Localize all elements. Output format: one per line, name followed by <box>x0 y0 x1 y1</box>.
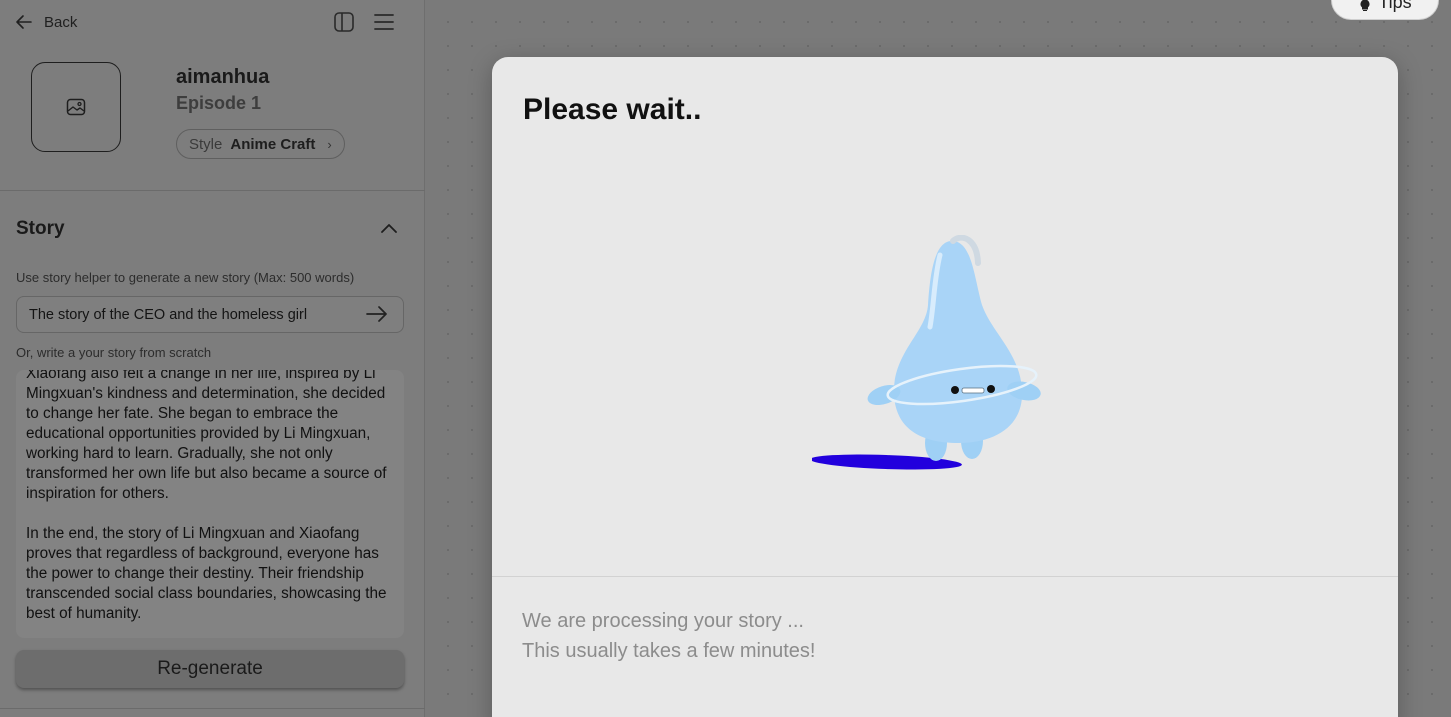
processing-message: We are processing your story ... <box>522 610 804 632</box>
mascot-eye <box>951 386 959 394</box>
story-paragraph: Xiaofang also felt a change in her life,… <box>26 370 387 502</box>
tips-label: Tips <box>1378 0 1412 12</box>
lightbulb-icon <box>1360 0 1370 11</box>
mascot-body <box>893 241 1023 443</box>
story-heading: Story <box>16 218 65 239</box>
story-paragraph: In the end, the story of Li Mingxuan and… <box>26 525 387 622</box>
sidebar-layout-icon[interactable] <box>333 11 355 33</box>
scratch-hint: Or, write a your story from scratch <box>16 345 212 360</box>
chevron-right-icon: › <box>327 136 332 152</box>
arrow-left-icon <box>16 15 32 29</box>
cover-image-upload[interactable] <box>31 62 121 152</box>
tips-button[interactable]: Tips <box>1331 0 1439 20</box>
modal-divider <box>492 576 1398 577</box>
loading-mascot-illustration <box>812 235 1041 470</box>
style-selector[interactable]: Style Anime Craft › <box>176 129 345 159</box>
back-button[interactable]: Back <box>14 12 77 32</box>
processing-modal: Please wait.. We are processing your sto… <box>492 57 1398 717</box>
processing-duration-message: This usually takes a few minutes! <box>522 640 816 662</box>
style-label: Style <box>189 135 223 153</box>
style-value: Anime Craft <box>230 135 316 153</box>
image-icon <box>66 98 86 116</box>
divider <box>0 190 425 191</box>
chevron-up-icon[interactable] <box>378 218 400 240</box>
back-label: Back <box>44 13 78 31</box>
divider <box>0 708 425 709</box>
story-textarea[interactable]: Xiaofang also felt a change in her life,… <box>16 370 404 638</box>
modal-title: Please wait.. <box>523 93 702 126</box>
story-text: Xiaofang also felt a change in her life,… <box>26 370 396 638</box>
hamburger-menu-icon[interactable] <box>373 11 395 33</box>
mascot-mouth <box>961 387 985 394</box>
arrow-right-icon[interactable] <box>364 303 390 325</box>
story-helper-input[interactable]: The story of the CEO and the homeless gi… <box>16 296 404 333</box>
episode-label: Episode 1 <box>176 93 262 113</box>
project-title: aimanhua <box>176 66 270 88</box>
regenerate-button[interactable]: Re-generate <box>16 650 404 688</box>
sidebar-topbar: Back <box>0 0 425 44</box>
mascot-eye <box>987 385 995 393</box>
story-helper-hint: Use story helper to generate a new story… <box>16 270 355 285</box>
story-helper-value: The story of the CEO and the homeless gi… <box>29 306 308 323</box>
sidebar: Back aimanhua Episode 1 Style Anime Craf… <box>0 0 425 717</box>
